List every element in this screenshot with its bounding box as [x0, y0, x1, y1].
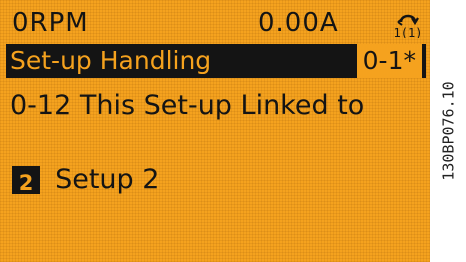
setup-indicator-icon: 1(1): [392, 6, 424, 38]
parameter-group-name: Set-up Handling: [10, 46, 212, 75]
current-readout: 0.00A: [258, 8, 339, 38]
parameter-group-index: 0-1*: [356, 44, 422, 78]
setup-number-badge: 2: [12, 165, 40, 195]
setup-value-label: Setup 2: [55, 164, 160, 195]
document-reference: 130BP076.10: [432, 0, 466, 262]
parameter-title: 0-12 This Set-up Linked to: [10, 90, 365, 121]
status-line: 0RPM 0.00A 1(1): [0, 4, 430, 40]
lcp-display: 0RPM 0.00A 1(1) Set-up Handling 0-1* 0-1…: [0, 0, 430, 262]
parameter-value[interactable]: 2 Setup 2: [12, 164, 430, 198]
speed-readout: 0RPM: [12, 8, 89, 38]
document-reference-code: 130BP076.10: [440, 81, 458, 181]
svg-text:1(1): 1(1): [394, 26, 423, 38]
parameter-group-bar: Set-up Handling 0-1*: [6, 44, 426, 78]
